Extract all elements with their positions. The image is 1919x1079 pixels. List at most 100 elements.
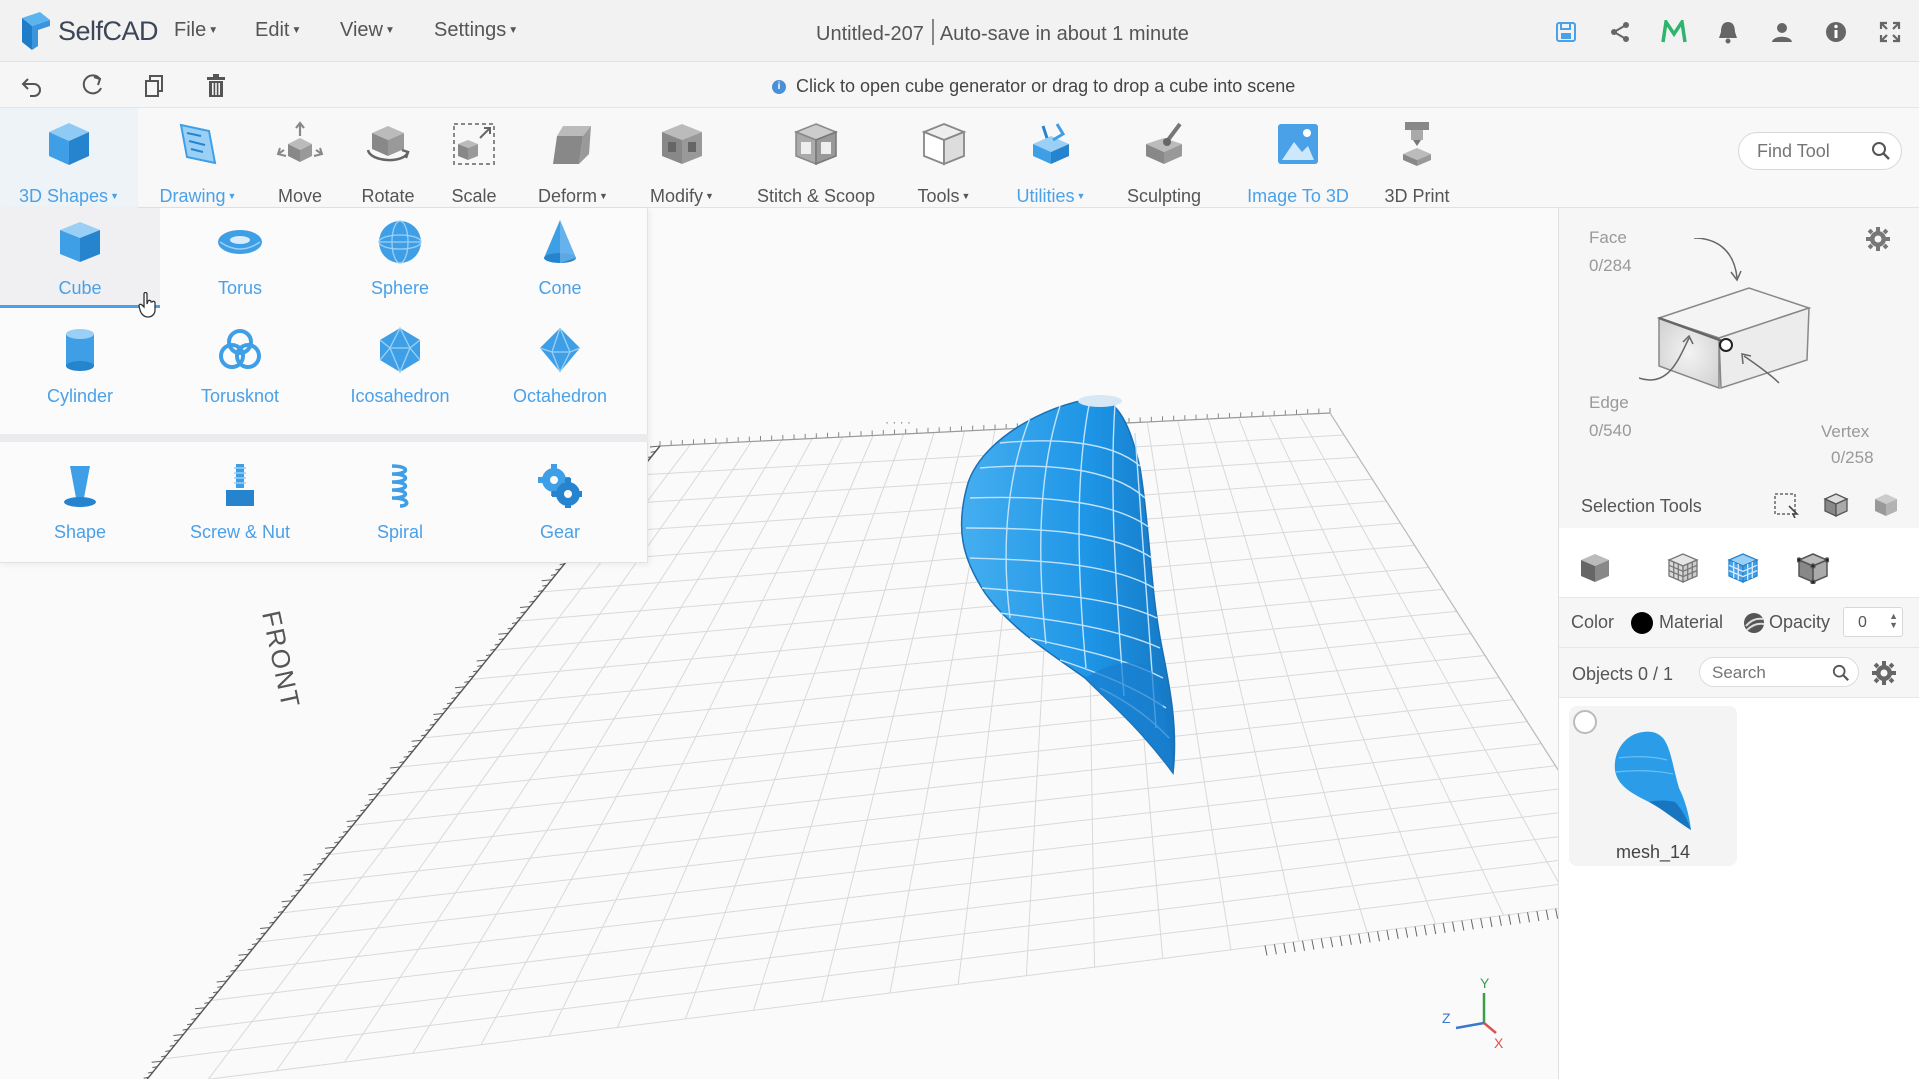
- edge-mode-icon[interactable]: [1725, 550, 1761, 586]
- menu-file[interactable]: File ▼: [174, 19, 218, 42]
- utilities-icon: [1025, 118, 1077, 170]
- shape-cube[interactable]: Cube: [0, 208, 160, 308]
- search-icon[interactable]: [1832, 664, 1850, 687]
- hint-message: i Click to open cube generator or drag t…: [772, 76, 1295, 97]
- tool-stitch-scoop-label: Stitch & Scoop: [756, 186, 876, 206]
- tool-drawing[interactable]: Drawing ▼: [156, 108, 240, 208]
- rotate-icon: [362, 118, 414, 170]
- shape-spiral[interactable]: Spiral: [320, 452, 480, 552]
- selfcad-logo-icon: [22, 12, 50, 50]
- properties-row: Color Material Opacity 0 ▲ ▼: [1559, 598, 1919, 648]
- shape-octahedron[interactable]: Octahedron: [480, 316, 640, 416]
- vertex-mode-icon[interactable]: [1795, 550, 1831, 586]
- shape-torusknot-label: Torusknot: [200, 386, 280, 406]
- tool-deform-label: Deform: [538, 186, 598, 206]
- top-menu-bar: SelfCAD File ▼ Edit ▼ View ▼ Settings ▼ Unti…: [0, 0, 1919, 62]
- document-title[interactable]: Untitled-207 Auto-save in about 1 minute: [816, 19, 1189, 46]
- search-icon[interactable]: [1871, 141, 1891, 166]
- chevron-down-icon: ▼: [1076, 191, 1086, 201]
- shape-shape-label: Shape: [53, 522, 107, 542]
- copy-icon[interactable]: [140, 72, 168, 100]
- stepper-arrows-icon[interactable]: ▲ ▼: [1889, 612, 1898, 630]
- find-tool-field[interactable]: [1738, 132, 1902, 170]
- menu-edit[interactable]: Edit ▼: [255, 19, 301, 42]
- fullscreen-icon[interactable]: [1876, 18, 1904, 46]
- gear-icon[interactable]: [1865, 226, 1891, 257]
- tool-modify[interactable]: Modify ▼: [640, 108, 724, 208]
- gear-icon[interactable]: [1871, 660, 1897, 691]
- shape-gear[interactable]: Gear: [480, 452, 640, 552]
- info-icon[interactable]: [1822, 18, 1850, 46]
- shape-torus[interactable]: Torus: [160, 208, 320, 308]
- find-tool-input[interactable]: [1757, 141, 1857, 162]
- selection-tools-label: Selection Tools: [1581, 496, 1702, 516]
- objects-search-field[interactable]: [1699, 657, 1859, 687]
- undo-icon[interactable]: [18, 72, 46, 100]
- shape-cylinder[interactable]: Cylinder: [0, 316, 160, 416]
- shape-icosahedron[interactable]: Icosahedron: [320, 316, 480, 416]
- tool-tools-label: Tools: [917, 186, 960, 206]
- modify-icon: [656, 118, 708, 170]
- tool-stitch-scoop[interactable]: Stitch & Scoop: [752, 108, 880, 208]
- info-icon: i: [772, 79, 786, 94]
- tool-scale[interactable]: Scale: [436, 108, 512, 208]
- torus-icon: [212, 214, 268, 270]
- tool-tools[interactable]: Tools ▼: [906, 108, 982, 208]
- selfcad-logo[interactable]: SelfCAD: [18, 12, 159, 50]
- menu-edit-label: Edit: [255, 19, 290, 41]
- shape-torusknot[interactable]: Torusknot: [160, 316, 320, 416]
- shape-screw-nut[interactable]: Screw & Nut: [160, 452, 320, 552]
- octahedron-icon: [532, 322, 588, 378]
- tool-sculpting[interactable]: Sculpting: [1116, 108, 1212, 208]
- material-label: Material: [1659, 612, 1724, 632]
- redo-icon[interactable]: [78, 72, 106, 100]
- chevron-down-icon: ▼: [208, 25, 219, 36]
- menu-file-label: File: [174, 19, 207, 41]
- opacity-label: Opacity: [1769, 612, 1831, 632]
- edge-count: 0/540: [1589, 421, 1632, 440]
- tool-3d-print[interactable]: 3D Print: [1372, 108, 1462, 208]
- user-icon[interactable]: [1768, 18, 1796, 46]
- save-icon[interactable]: [1552, 18, 1580, 46]
- objects-header: Objects 0 / 1: [1559, 648, 1919, 698]
- object-thumbnail: [1614, 731, 1691, 830]
- mesh-object[interactable]: [960, 395, 1176, 775]
- share-icon[interactable]: [1606, 18, 1634, 46]
- shape-sphere[interactable]: Sphere: [320, 208, 480, 308]
- solid-cube-icon[interactable]: [1871, 490, 1901, 520]
- tool-move[interactable]: Move: [262, 108, 338, 208]
- face-mode-icon[interactable]: [1665, 550, 1701, 586]
- menu-view[interactable]: View ▼: [340, 19, 395, 42]
- spiral-icon: [372, 458, 428, 514]
- shape-shape[interactable]: Shape: [0, 452, 160, 552]
- edge-label: Edge: [1589, 393, 1629, 412]
- object-card[interactable]: mesh_14: [1569, 706, 1737, 866]
- opacity-stepper[interactable]: 0 ▲ ▼: [1843, 607, 1903, 637]
- trash-icon[interactable]: [202, 72, 230, 100]
- box-select-icon[interactable]: [1771, 490, 1801, 520]
- objects-search-input[interactable]: [1712, 663, 1822, 683]
- deform-icon: [547, 118, 599, 170]
- selection-mode-row: [1559, 538, 1919, 598]
- object-select-checkbox[interactable]: [1573, 710, 1597, 734]
- material-sphere-icon[interactable]: [1743, 612, 1765, 639]
- menu-settings[interactable]: Settings ▼: [434, 19, 518, 42]
- gear-icon: [532, 458, 588, 514]
- shape-cone[interactable]: Cone: [480, 208, 640, 308]
- object-mode-icon[interactable]: [1577, 550, 1613, 586]
- tool-3d-shapes[interactable]: 3D Shapes ▼: [0, 108, 138, 208]
- tool-utilities[interactable]: Utilities ▼: [1006, 108, 1096, 208]
- drawing-icon: [172, 118, 224, 170]
- tool-scale-label: Scale: [451, 186, 497, 206]
- tool-image-to-3d[interactable]: Image To 3D: [1234, 108, 1362, 208]
- tool-rotate[interactable]: Rotate: [348, 108, 428, 208]
- tool-deform[interactable]: Deform ▼: [528, 108, 618, 208]
- select-cube-icon[interactable]: [1821, 490, 1851, 520]
- myminifactory-icon[interactable]: [1660, 18, 1688, 46]
- tool-drawing-label: Drawing: [159, 186, 226, 206]
- bell-icon[interactable]: [1714, 18, 1742, 46]
- color-swatch[interactable]: [1631, 612, 1653, 634]
- hint-text: Click to open cube generator or drag to …: [796, 76, 1296, 96]
- right-panel: Face 0/284 Edge 0/540 Vertex 0/258 Selec…: [1558, 208, 1919, 1079]
- shape-screw-nut-label: Screw & Nut: [189, 522, 291, 542]
